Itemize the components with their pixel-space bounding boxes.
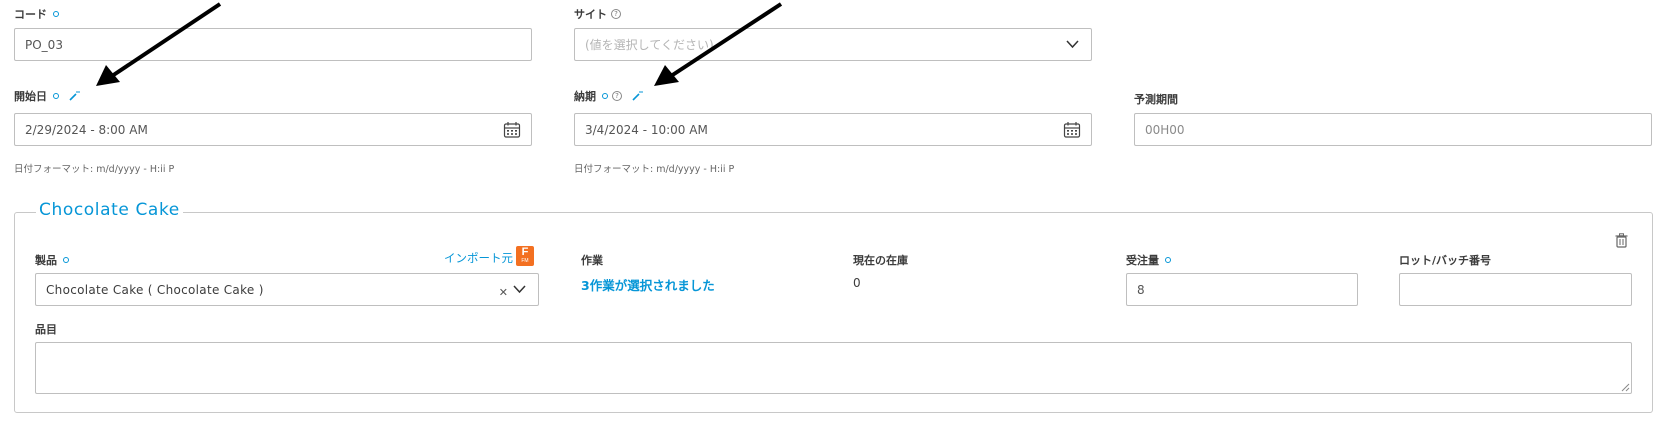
help-icon[interactable]: ? xyxy=(612,91,622,101)
start-date-hint: 日付フォーマット: m/d/yyyy - H:ii P xyxy=(14,164,175,175)
quantity-label: 受注量 xyxy=(1126,252,1171,268)
quantity-value: 8 xyxy=(1137,282,1145,297)
chevron-down-icon[interactable] xyxy=(513,285,526,294)
site-select[interactable]: (値を選択してください) xyxy=(574,28,1092,61)
stock-label: 現在の在庫 xyxy=(853,254,908,267)
resize-handle-icon[interactable] xyxy=(1621,383,1630,392)
import-from-link[interactable]: インポート元 xyxy=(444,250,513,266)
required-dot-icon xyxy=(53,11,59,17)
item-label: 品目 xyxy=(35,323,57,336)
forecast-placeholder: 00H00 xyxy=(1145,122,1185,137)
forecast-input[interactable]: 00H00 xyxy=(1134,113,1652,146)
operations-link[interactable]: 3作業が選択されました xyxy=(581,275,715,294)
import-source-icon[interactable]: F FM xyxy=(516,246,534,266)
trash-icon[interactable] xyxy=(1615,233,1628,248)
due-date-hint: 日付フォーマット: m/d/yyyy - H:ii P xyxy=(574,164,735,175)
magic-wand-icon[interactable] xyxy=(631,90,643,102)
site-placeholder: (値を選択してください) xyxy=(585,38,714,52)
start-date-input[interactable]: 2/29/2024 - 8:00 AM xyxy=(14,113,532,146)
due-date-input[interactable]: 3/4/2024 - 10:00 AM xyxy=(574,113,1092,146)
code-label: コード xyxy=(14,6,59,22)
site-label: サイト? xyxy=(574,6,621,22)
due-date-label: 納期? xyxy=(574,88,643,104)
code-value: PO_03 xyxy=(25,37,63,52)
required-dot-icon xyxy=(1165,257,1171,263)
clear-icon[interactable]: ✕ xyxy=(499,286,508,299)
product-label: 製品 xyxy=(35,252,69,268)
required-dot-icon xyxy=(602,93,608,99)
quantity-input[interactable]: 8 xyxy=(1126,273,1358,306)
required-dot-icon xyxy=(63,257,69,263)
code-input[interactable]: PO_03 xyxy=(14,28,532,61)
calendar-icon[interactable] xyxy=(503,121,521,139)
stock-value: 0 xyxy=(853,276,861,290)
lot-input[interactable] xyxy=(1399,273,1632,306)
forecast-label: 予測期間 xyxy=(1134,93,1178,106)
start-date-label: 開始日 xyxy=(14,88,80,104)
chevron-down-icon xyxy=(1066,40,1079,49)
magic-wand-icon[interactable] xyxy=(68,90,80,102)
product-value: Chocolate Cake ( Chocolate Cake ) xyxy=(46,282,264,297)
due-date-value: 3/4/2024 - 10:00 AM xyxy=(585,122,708,137)
calendar-icon[interactable] xyxy=(1063,121,1081,139)
section-title: Chocolate Cake xyxy=(36,200,183,220)
product-select[interactable]: Chocolate Cake ( Chocolate Cake ) ✕ xyxy=(35,273,539,306)
required-dot-icon xyxy=(53,93,59,99)
operations-label: 作業 xyxy=(581,254,603,267)
item-textarea[interactable] xyxy=(35,342,1632,394)
help-icon[interactable]: ? xyxy=(611,9,621,19)
lot-label: ロット/バッチ番号 xyxy=(1399,254,1492,267)
start-date-value: 2/29/2024 - 8:00 AM xyxy=(25,122,148,137)
